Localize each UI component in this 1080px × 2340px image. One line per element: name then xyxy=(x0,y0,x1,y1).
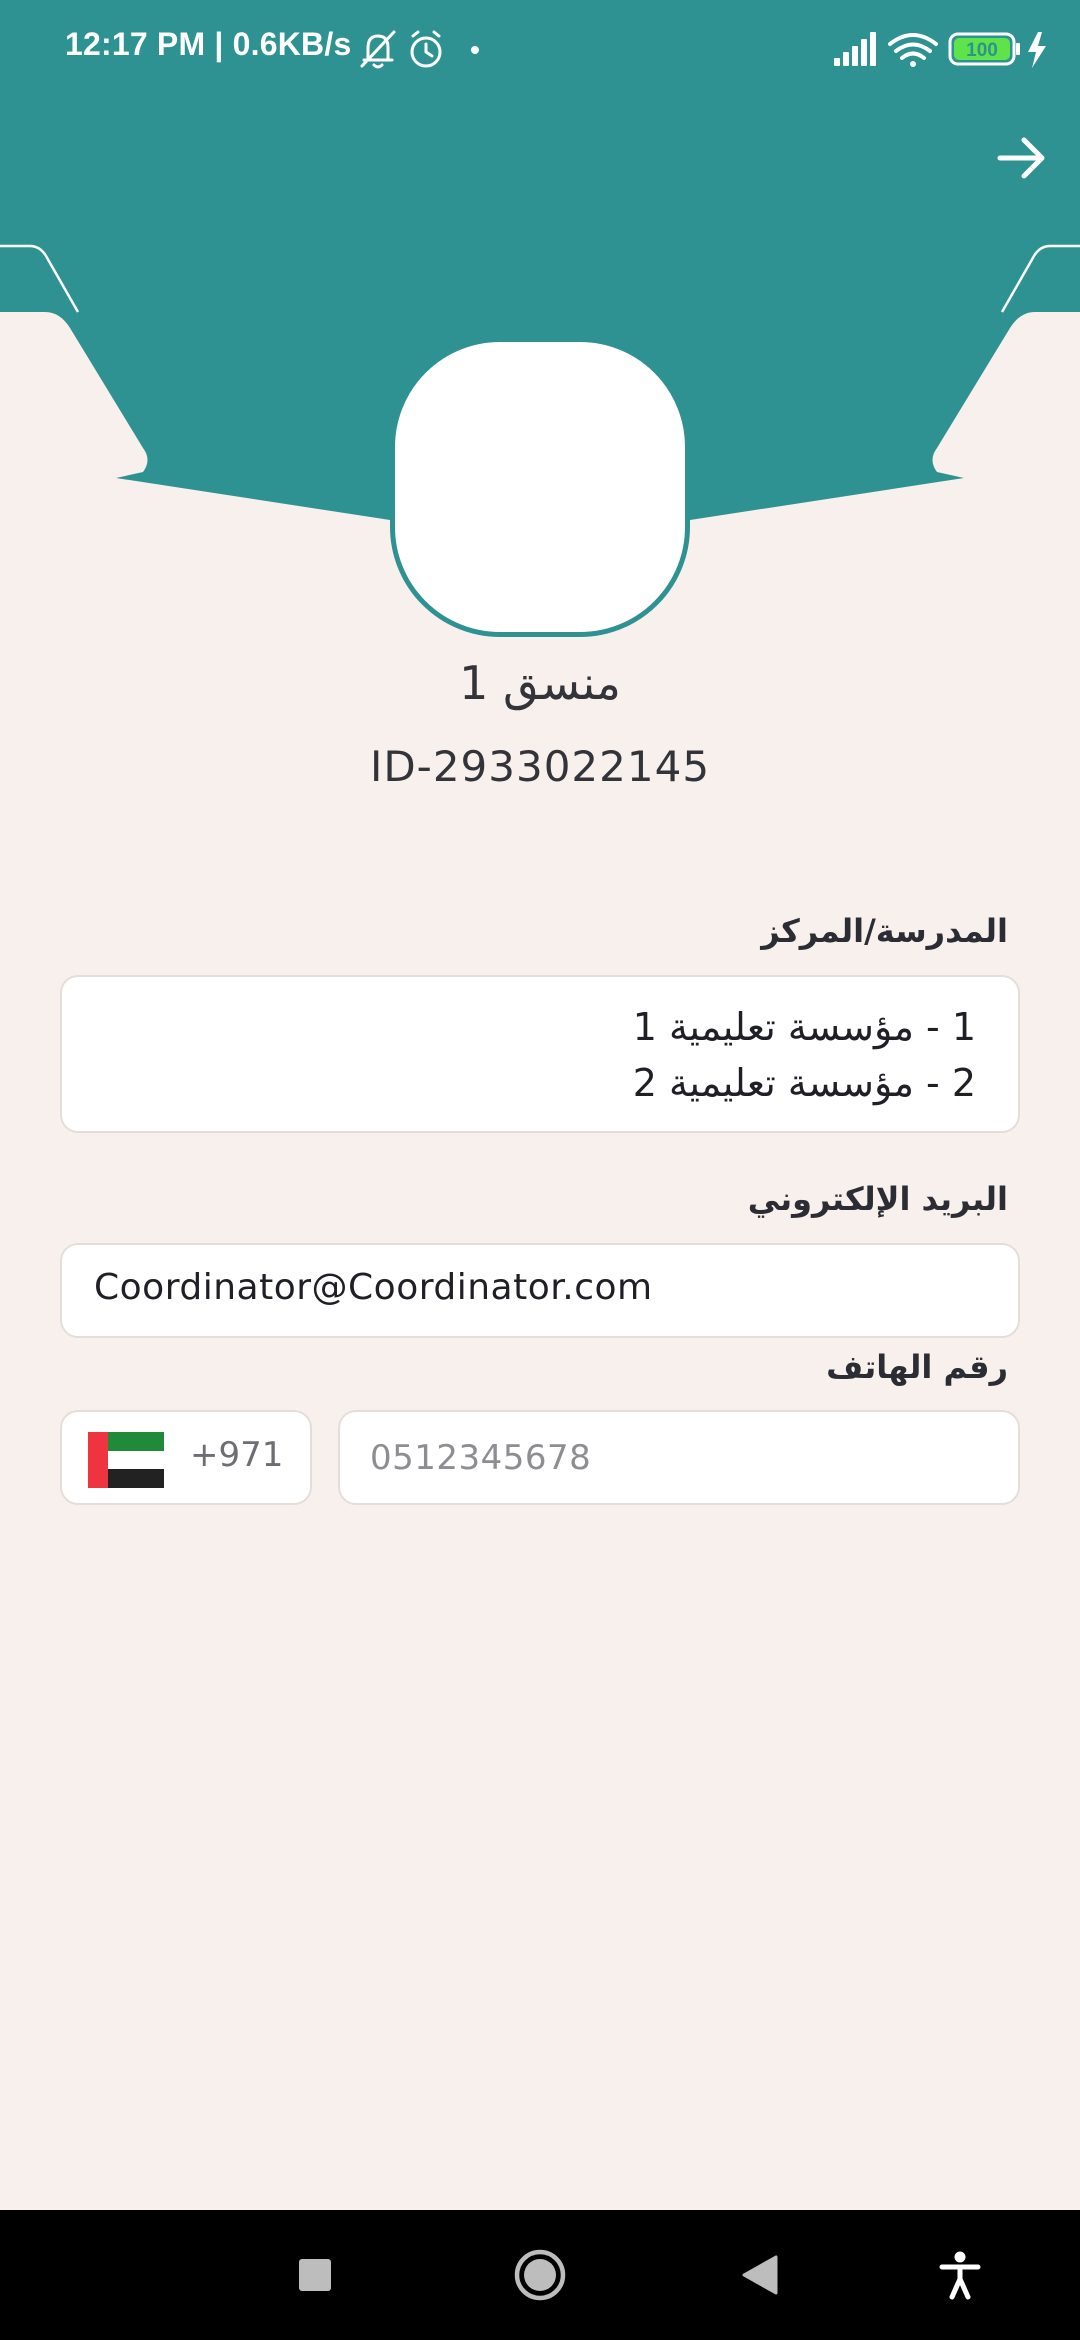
profile-screen: 12:17 PM | 0.6KB/s 100 منسق 1 ID-2933022… xyxy=(0,0,1080,2340)
home-icon[interactable] xyxy=(508,2243,572,2307)
mute-bell-icon xyxy=(360,30,396,69)
country-code: +971 xyxy=(190,1435,284,1475)
school-line-1: 1 - مؤسسة تعليمية 1 xyxy=(632,1005,976,1049)
user-name: منسق 1 xyxy=(459,656,621,710)
email-value: Coordinator@Coordinator.com xyxy=(94,1267,653,1308)
uae-flag-icon xyxy=(88,1432,164,1488)
email-field[interactable]: Coordinator@Coordinator.com xyxy=(60,1243,1020,1338)
navigation-bar xyxy=(0,2210,1080,2340)
arrow-right-icon[interactable] xyxy=(992,128,1052,188)
phone-label: رقم الهاتف xyxy=(826,1348,1008,1386)
school-field: 1 - مؤسسة تعليمية 1 2 - مؤسسة تعليمية 2 xyxy=(60,975,1020,1133)
back-icon[interactable] xyxy=(728,2243,792,2307)
status-left-icons xyxy=(360,30,479,69)
battery-level-text: 100 xyxy=(966,40,998,61)
avatar[interactable] xyxy=(390,337,690,637)
country-code-selector[interactable]: +971 xyxy=(60,1410,312,1505)
phone-field[interactable] xyxy=(338,1410,1020,1505)
user-id: ID-2933022145 xyxy=(369,742,711,791)
wifi-icon xyxy=(888,33,938,67)
school-label: المدرسة/المركز xyxy=(761,912,1008,950)
status-bar: 12:17 PM | 0.6KB/s 100 xyxy=(0,0,1080,100)
signal-icon xyxy=(834,32,876,66)
dot-icon xyxy=(471,46,479,54)
accessibility-icon[interactable] xyxy=(928,2243,992,2307)
status-time: 12:17 PM | 0.6KB/s xyxy=(65,26,352,62)
recents-icon[interactable] xyxy=(283,2243,347,2307)
school-line-2: 2 - مؤسسة تعليمية 2 xyxy=(632,1061,976,1105)
alarm-icon xyxy=(410,30,442,68)
charging-icon xyxy=(1028,32,1046,68)
status-right-icons: 100 xyxy=(834,32,1046,68)
phone-input[interactable] xyxy=(370,1432,970,1484)
battery-icon: 100 xyxy=(948,32,1020,66)
email-label: البريد الإلكتروني xyxy=(747,1180,1008,1218)
